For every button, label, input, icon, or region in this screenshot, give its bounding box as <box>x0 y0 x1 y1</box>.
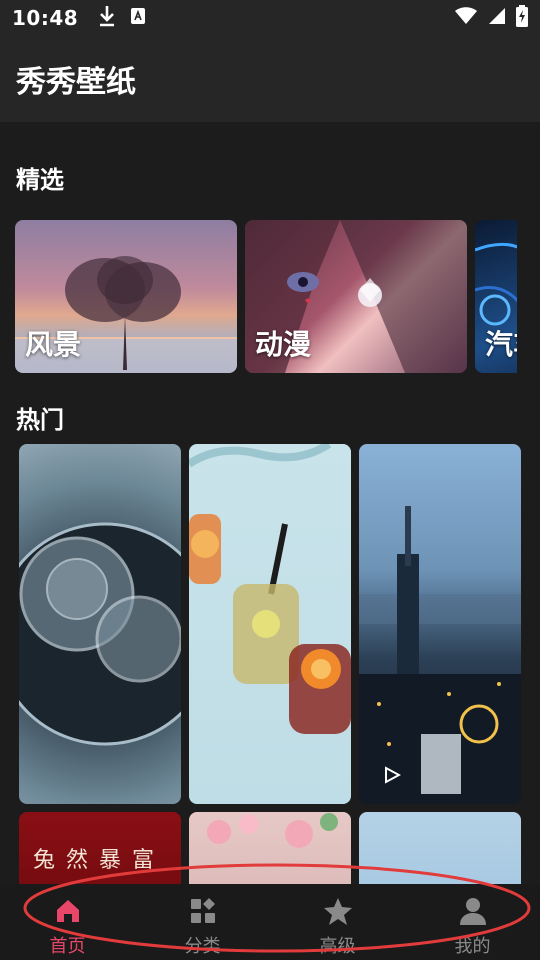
star-icon <box>323 896 353 930</box>
nav-profile[interactable]: 我的 <box>405 884 540 960</box>
glass-plates-image <box>19 522 181 746</box>
battery-icon <box>516 5 528 31</box>
app-title: 秀秀壁纸 <box>16 65 136 100</box>
featured-card-label: 汽车 <box>485 328 517 361</box>
wallpaper-tile[interactable]: 兔 然 暴 富 <box>19 812 181 884</box>
featured-carousel[interactable]: 风景 动漫 汽车 <box>15 220 517 373</box>
featured-card-anime[interactable]: 动漫 <box>245 220 467 373</box>
nav-category[interactable]: 分类 <box>135 884 270 960</box>
status-bar: 10:48 <box>0 0 540 36</box>
nav-home[interactable]: 首页 <box>0 884 135 960</box>
category-icon <box>188 896 218 930</box>
wallpaper-tile[interactable] <box>359 444 521 804</box>
featured-section-title: 精选 <box>16 166 64 194</box>
nav-label: 我的 <box>454 936 491 957</box>
drinks-image <box>189 444 351 734</box>
wallpaper-tile[interactable] <box>19 444 181 804</box>
status-time: 10:48 <box>12 6 79 30</box>
download-icon <box>98 5 116 31</box>
featured-card-label: 动漫 <box>255 328 312 361</box>
featured-card-car[interactable]: 汽车 <box>475 220 517 373</box>
person-icon <box>458 896 488 930</box>
signal-icon <box>488 7 506 29</box>
wifi-icon <box>454 7 478 29</box>
bottom-nav: 首页 分类 高级 我的 <box>0 884 540 960</box>
wallpaper-tile[interactable] <box>189 444 351 804</box>
popular-section-title: 热门 <box>16 406 64 434</box>
app-bar: 秀秀壁纸 <box>0 36 540 122</box>
flowers-image <box>207 813 338 848</box>
featured-card-scenery[interactable]: 风景 <box>15 220 237 373</box>
nav-premium[interactable]: 高级 <box>270 884 405 960</box>
home-icon <box>53 896 83 930</box>
nav-label: 首页 <box>49 936 86 957</box>
wallpaper-tile[interactable] <box>189 812 351 884</box>
nav-label: 高级 <box>319 936 356 957</box>
wallpaper-tile[interactable] <box>359 812 521 884</box>
font-app-icon <box>130 7 146 29</box>
tile-caption: 兔 然 暴 富 <box>33 848 156 873</box>
play-icon <box>383 766 402 788</box>
popular-grid: 兔 然 暴 富 <box>19 444 521 884</box>
featured-card-label: 风景 <box>25 328 82 361</box>
nav-label: 分类 <box>184 936 221 957</box>
city-image <box>359 506 521 804</box>
